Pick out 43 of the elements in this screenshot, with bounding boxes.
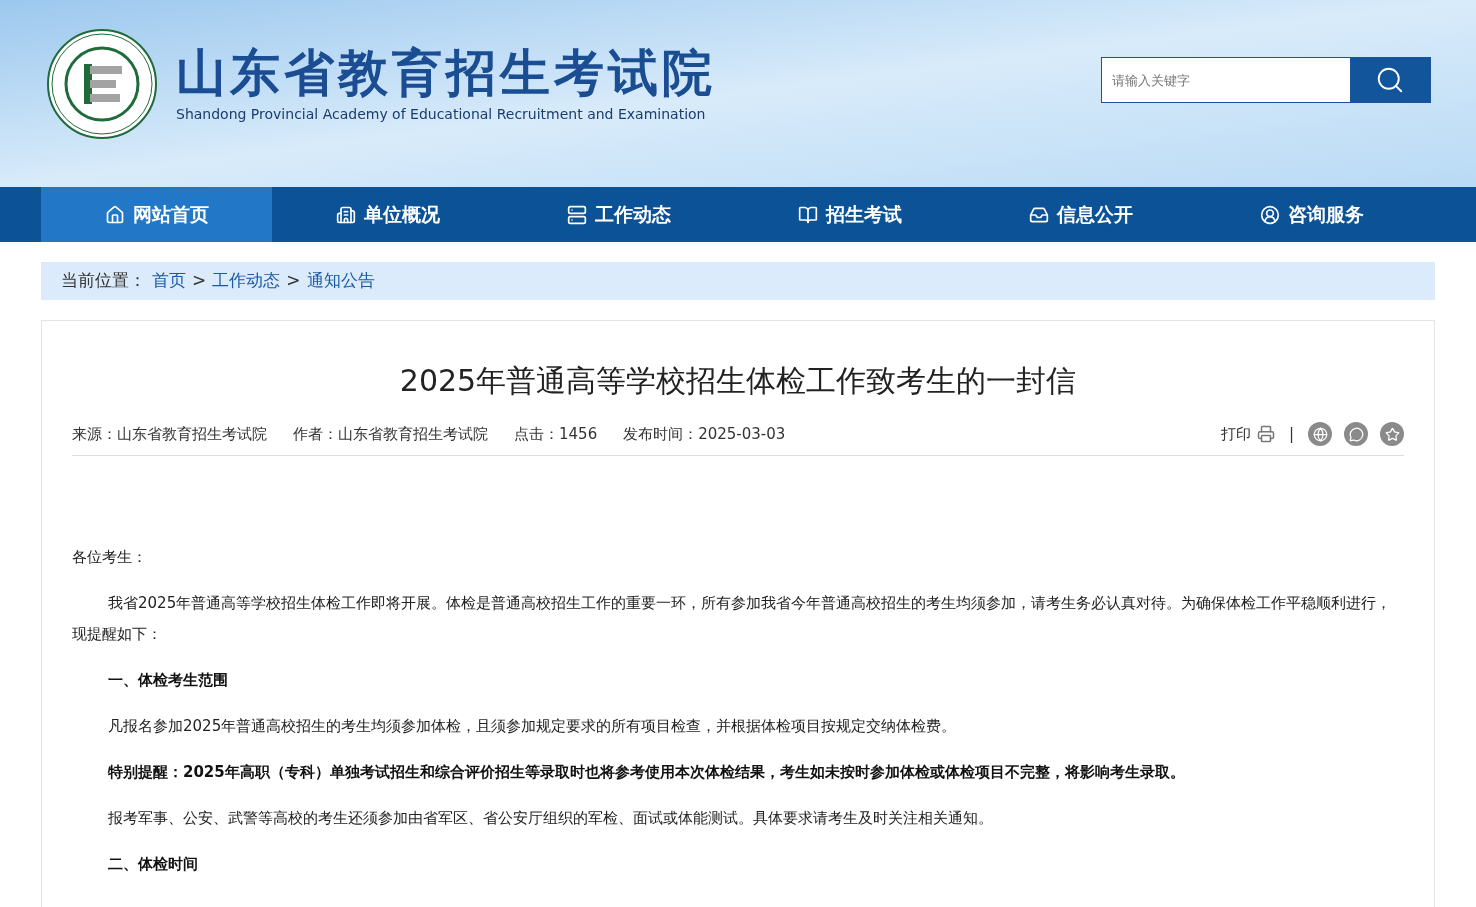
- search-field[interactable]: 请输入关键字: [1102, 58, 1350, 102]
- paragraph: 报考军事、公安、武警等高校的考生还须参加由省军区、省公安厅组织的军检、面试或体能测试。具体要求请考生及时关注相关通知。: [107, 808, 994, 829]
- breadcrumb-separator: >: [192, 269, 207, 293]
- home-icon: [104, 204, 125, 225]
- breadcrumb-label: 当前位置：: [61, 269, 146, 293]
- article-title: 2025年普通高等学校招生体检工作致考生的一封信: [398, 362, 1078, 400]
- breadcrumb-separator: >: [286, 269, 301, 293]
- search-button[interactable]: [1350, 58, 1430, 102]
- article-meta: 点击：1456: [514, 423, 598, 445]
- section-heading: 特别提醒：2025年高职（专科）单独考试招生和综合评价招生等录取时也将参考使用本次体检结果，考生如未按时参加体检或体检项目不完整，将影响考生录取。: [106, 762, 1186, 783]
- star-icon: [1384, 426, 1400, 442]
- nav-tab[interactable]: 招生考试: [734, 187, 965, 242]
- nav-tab[interactable]: 工作动态: [503, 187, 734, 242]
- section-heading: 二、体检时间: [107, 854, 199, 875]
- article-meta: 来源：山东省教育招生考试院: [72, 423, 267, 445]
- server-icon: [566, 204, 587, 225]
- nav-tab[interactable]: 咨询服务: [1196, 187, 1427, 242]
- divider-text: |: [1288, 423, 1294, 445]
- breadcrumb-link[interactable]: 工作动态: [212, 268, 281, 294]
- greeting-text: 各位考生：: [72, 547, 148, 568]
- section-heading: 一、体检考生范围: [107, 670, 229, 691]
- nav-tab[interactable]: 网站首页: [41, 187, 272, 242]
- book-icon: [797, 204, 818, 225]
- breadcrumb-link[interactable]: 首页: [152, 268, 186, 294]
- building-icon: [335, 204, 356, 225]
- weibo-share-button[interactable]: [1308, 422, 1332, 446]
- search-icon: [1375, 65, 1405, 95]
- site-subtitle: Shandong Provincial Academy of Educational Recruitment and Examination: [176, 105, 707, 124]
- globe-icon: [1312, 426, 1328, 442]
- paragraph: 凡报名参加2025年普通高校招生的考生均须参加体检，且须参加规定要求的所有项目检查，并根据体检项目按规定交纳体检费。: [107, 716, 958, 737]
- nav-tab[interactable]: 信息公开: [965, 187, 1196, 242]
- user-icon: [1259, 204, 1280, 225]
- printer-icon: [1256, 425, 1275, 443]
- wechat-share-button[interactable]: [1344, 422, 1368, 446]
- breadcrumb-link[interactable]: 通知公告: [306, 268, 375, 294]
- paragraph: 我省2025年普通高等学校招生体检工作即将开展。体检是普通高校招生工作的重要一环，所有参加我省今年普通高校招生的考生均须参加，请考生务必认真对待。为确保体检工作平稳顺利进行，现提醒如下：: [72, 593, 1393, 645]
- article-meta: 发布时间：2025-03-03: [623, 423, 786, 445]
- article-meta: 作者：山东省教育招生考试院: [293, 423, 488, 445]
- site-title: 山东省教育招生考试院: [176, 43, 716, 103]
- favorite-button[interactable]: [1380, 422, 1404, 446]
- chat-icon: [1348, 426, 1364, 442]
- nav-tab[interactable]: 单位概况: [272, 187, 503, 242]
- print-button[interactable]: 打印: [1220, 422, 1275, 446]
